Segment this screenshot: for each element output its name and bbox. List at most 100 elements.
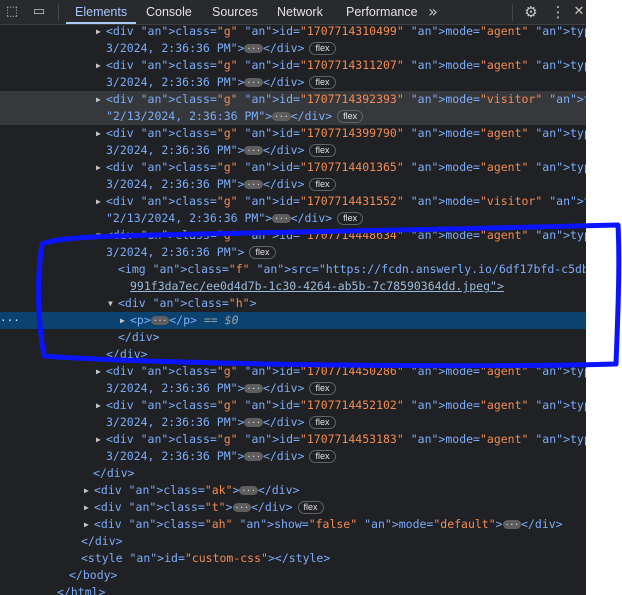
- collapsed-ellipsis[interactable]: ···: [502, 520, 522, 529]
- expand-arrow-icon[interactable]: ▶: [120, 312, 128, 329]
- ah-tag: <div "an">class="ah" "an">show="false" "…: [94, 517, 503, 531]
- dom-node-row-expanded[interactable]: ▼ <div "an">class="g" "an">id="1707714448…: [0, 227, 586, 244]
- flex-badge[interactable]: flex: [309, 144, 336, 157]
- p-open-tag: <p>: [130, 313, 151, 327]
- flex-badge[interactable]: flex: [309, 416, 336, 429]
- close-tag: </div>: [262, 41, 305, 55]
- flex-badge[interactable]: flex: [297, 501, 324, 514]
- dom-node-row[interactable]: ▶ <div "an">class="g" "an">id="1707714392…: [0, 91, 586, 108]
- dom-node-tag: <div "an">class="g" "an">id="17077144013…: [106, 160, 586, 174]
- collapsed-ellipsis[interactable]: ···: [244, 180, 263, 189]
- close-div-row[interactable]: </div>: [0, 465, 586, 482]
- dom-node-row[interactable]: ▶ <div "an">class="ah" "an">show="false" …: [0, 516, 586, 533]
- dom-node-row-cont[interactable]: "2/13/2024, 2:36:36 PM"> ··· </div> flex: [0, 210, 586, 227]
- selected-p-row[interactable]: ··· ▶ <p> ··· </p> == $0: [0, 312, 586, 329]
- dom-node-tag: <div "an">class="g" "an">id="17077143112…: [106, 58, 586, 72]
- tab-console[interactable]: Console: [146, 0, 192, 24]
- div-h-row[interactable]: ▼ <div "an">class="h">: [0, 295, 586, 312]
- dom-node-row-cont[interactable]: 3/2024, 2:36:36 PM"> ··· </div> flex: [0, 176, 586, 193]
- toolbar-divider-2: [512, 4, 513, 21]
- dom-node-row[interactable]: ▶ <div "an">class="g" "an">id="1707714311…: [0, 57, 586, 74]
- collapsed-ellipsis[interactable]: ···: [272, 112, 291, 121]
- collapsed-ellipsis[interactable]: ···: [244, 452, 263, 461]
- img-node-row[interactable]: <img "an">class="f" "an">src="https://fc…: [0, 261, 586, 278]
- expand-arrow-icon[interactable]: ▶: [96, 397, 104, 414]
- t-tag: <div "an">class="t">: [94, 500, 233, 514]
- close-div-row[interactable]: </div>: [0, 533, 586, 550]
- dom-node-row[interactable]: ▶ <div "an">class="ak"> ··· </div>: [0, 482, 586, 499]
- dom-node-row-cont[interactable]: 3/2024, 2:36:36 PM"> ··· </div> flex: [0, 414, 586, 431]
- dom-node-tag-cont: 3/2024, 2:36:36 PM">: [106, 75, 245, 89]
- collapsed-ellipsis[interactable]: ···: [244, 78, 263, 87]
- html-close-row[interactable]: </html>: [0, 584, 586, 595]
- row-actions-ellipsis-icon[interactable]: ···: [0, 312, 20, 329]
- collapsed-ellipsis[interactable]: ···: [272, 214, 291, 223]
- tab-sources[interactable]: Sources: [212, 0, 258, 24]
- collapsed-ellipsis[interactable]: ···: [244, 418, 263, 427]
- flex-badge[interactable]: flex: [309, 382, 336, 395]
- collapsed-ellipsis[interactable]: ···: [244, 384, 263, 393]
- dom-node-row[interactable]: ▶ <div "an">class="g" "an">id="1707714399…: [0, 125, 586, 142]
- flex-badge[interactable]: flex: [309, 450, 336, 463]
- more-tabs-icon[interactable]: »: [424, 3, 442, 21]
- dom-node-row-cont[interactable]: 3/2024, 2:36:36 PM"> ··· </div> flex: [0, 40, 586, 57]
- dom-node-tag-cont: 3/2024, 2:36:36 PM">: [106, 177, 245, 191]
- close-tag: </div>: [106, 347, 148, 361]
- tab-elements[interactable]: Elements: [75, 0, 127, 24]
- gear-icon[interactable]: ⚙: [522, 3, 540, 21]
- dom-node-row[interactable]: ▶ <div "an">class="g" "an">id="1707714401…: [0, 159, 586, 176]
- collapsed-ellipsis[interactable]: ···: [244, 146, 263, 155]
- close-div-row[interactable]: </div>: [0, 346, 586, 363]
- expand-arrow-icon[interactable]: ▶: [96, 125, 104, 142]
- img-src-link[interactable]: 991f3da7ec/ee0d4d7b-1c30-4264-ab5b-7c785…: [130, 278, 504, 295]
- expand-arrow-icon[interactable]: ▶: [96, 363, 104, 380]
- flex-badge[interactable]: flex: [337, 212, 364, 225]
- expand-arrow-icon[interactable]: ▶: [96, 57, 104, 74]
- close-tag: </div>: [262, 143, 305, 157]
- expand-arrow-icon[interactable]: ▶: [84, 499, 92, 516]
- dom-node-row[interactable]: ▶ <div "an">class="g" "an">id="1707714310…: [0, 25, 586, 40]
- collapsed-ellipsis[interactable]: ···: [232, 503, 251, 512]
- collapsed-ellipsis[interactable]: ···: [150, 316, 170, 325]
- dom-node-row-cont[interactable]: 3/2024, 2:36:36 PM"> ··· </div> flex: [0, 448, 586, 465]
- dom-node-row-cont[interactable]: 3/2024, 2:36:36 PM"> ··· </div> flex: [0, 74, 586, 91]
- expand-arrow-icon[interactable]: ▶: [96, 431, 104, 448]
- close-tag: </div>: [290, 211, 333, 225]
- dom-node-row[interactable]: ▶ <div "an">class="g" "an">id="1707714431…: [0, 193, 586, 210]
- dom-node-row-cont[interactable]: 3/2024, 2:36:36 PM"> flex: [0, 244, 586, 261]
- style-node-row[interactable]: <style "an">id="custom-css"></style>: [0, 550, 586, 567]
- expand-arrow-icon[interactable]: ▶: [84, 516, 92, 533]
- dom-node-row-cont[interactable]: 3/2024, 2:36:36 PM"> ··· </div> flex: [0, 142, 586, 159]
- collapsed-ellipsis[interactable]: ···: [244, 44, 263, 53]
- flex-badge[interactable]: flex: [337, 110, 364, 123]
- collapse-arrow-icon[interactable]: ▼: [108, 295, 116, 312]
- body-close-row[interactable]: </body>: [0, 567, 586, 584]
- flex-badge[interactable]: flex: [309, 42, 336, 55]
- close-div-row[interactable]: </div>: [0, 329, 586, 346]
- expand-arrow-icon[interactable]: ▶: [96, 159, 104, 176]
- tab-network[interactable]: Network: [277, 0, 323, 24]
- img-node-row-cont[interactable]: 991f3da7ec/ee0d4d7b-1c30-4264-ab5b-7c785…: [0, 278, 586, 295]
- kebab-menu-icon[interactable]: ⋮: [549, 3, 567, 21]
- dom-node-row-cont[interactable]: 3/2024, 2:36:36 PM"> ··· </div> flex: [0, 380, 586, 397]
- dom-node-tag: <div "an">class="g" "an">id="17077143997…: [106, 126, 586, 140]
- flex-badge[interactable]: flex: [309, 76, 336, 89]
- dom-node-row[interactable]: ▶ <div "an">class="g" "an">id="1707714452…: [0, 397, 586, 414]
- collapse-arrow-icon[interactable]: ▼: [96, 227, 104, 244]
- dom-node-row[interactable]: ▶ <div "an">class="g" "an">id="1707714450…: [0, 363, 586, 380]
- expand-arrow-icon[interactable]: ▶: [96, 193, 104, 210]
- dom-node-tag: <div "an">class="g" "an">id="17077143923…: [106, 92, 586, 106]
- expand-arrow-icon[interactable]: ▶: [96, 91, 104, 108]
- close-tag: </div>: [262, 449, 305, 463]
- flex-badge[interactable]: flex: [249, 246, 276, 259]
- collapsed-ellipsis[interactable]: ···: [239, 486, 258, 495]
- dom-node-row[interactable]: ▶ <div "an">class="t"> ··· </div> flex: [0, 499, 586, 516]
- dom-node-row-cont[interactable]: "2/13/2024, 2:36:36 PM"> ··· </div> flex: [0, 108, 586, 125]
- flex-badge[interactable]: flex: [309, 178, 336, 191]
- device-toolbar-icon[interactable]: ▭: [30, 3, 48, 21]
- tab-performance[interactable]: Performance: [346, 0, 418, 24]
- expand-arrow-icon[interactable]: ▶: [96, 25, 104, 40]
- inspect-element-icon[interactable]: ⬚: [3, 3, 21, 21]
- expand-arrow-icon[interactable]: ▶: [84, 482, 92, 499]
- dom-node-row[interactable]: ▶ <div "an">class="g" "an">id="1707714453…: [0, 431, 586, 448]
